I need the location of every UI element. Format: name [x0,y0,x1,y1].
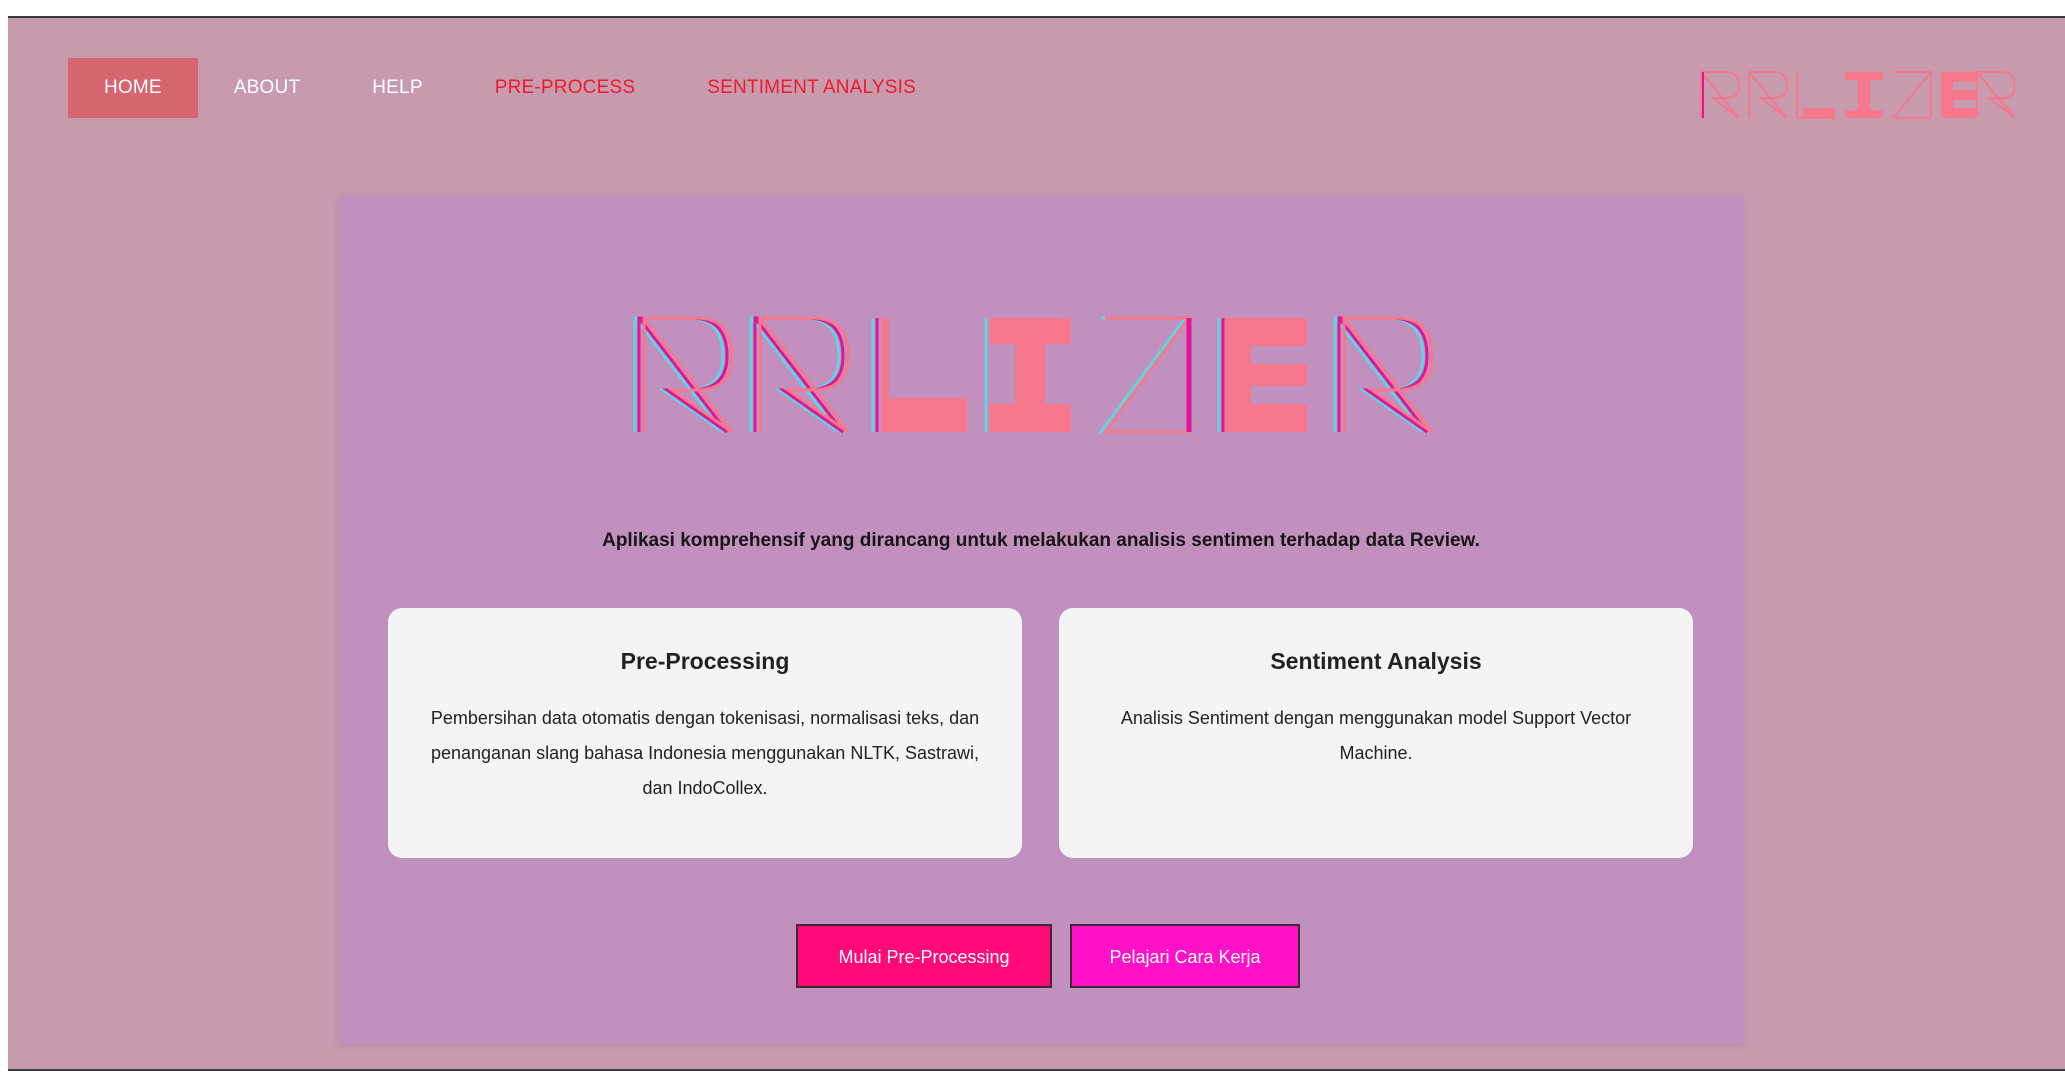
page: HOME ABOUT HELP PRE-PROCESS SENTIMENT AN… [8,16,2065,1071]
hero-logo [633,316,1433,434]
nav-item-home[interactable]: HOME [68,58,198,118]
card-description: Pembersihan data otomatis dengan tokenis… [430,708,980,798]
feature-card-preprocessing: Pre-Processing Pembersihan data otomatis… [388,608,1022,858]
nav-item-pre-process[interactable]: PRE-PROCESS [459,58,672,118]
feature-card-sentiment: Sentiment Analysis Analisis Sentiment de… [1059,608,1693,858]
brand-logo[interactable] [1699,70,2015,120]
card-description: Analisis Sentiment dengan menggunakan mo… [1120,708,1632,763]
card-title: Sentiment Analysis [1270,648,1482,674]
start-preprocessing-button[interactable]: Mulai Pre-Processing [796,924,1052,988]
learn-how-it-works-button[interactable]: Pelajari Cara Kerja [1070,924,1300,988]
hero-tagline: Aplikasi komprehensif yang dirancang unt… [602,530,1480,551]
nav-item-help[interactable]: HELP [336,58,458,118]
nav-item-about[interactable]: ABOUT [198,58,336,118]
card-title: Pre-Processing [620,648,790,674]
top-nav: HOME ABOUT HELP PRE-PROCESS SENTIMENT AN… [68,58,952,118]
browser-frame: HOME ABOUT HELP PRE-PROCESS SENTIMENT AN… [0,0,2065,1073]
hero-panel: Aplikasi komprehensif yang dirancang unt… [338,196,1744,1044]
nav-item-sentiment-analysis[interactable]: SENTIMENT ANALYSIS [671,58,952,118]
